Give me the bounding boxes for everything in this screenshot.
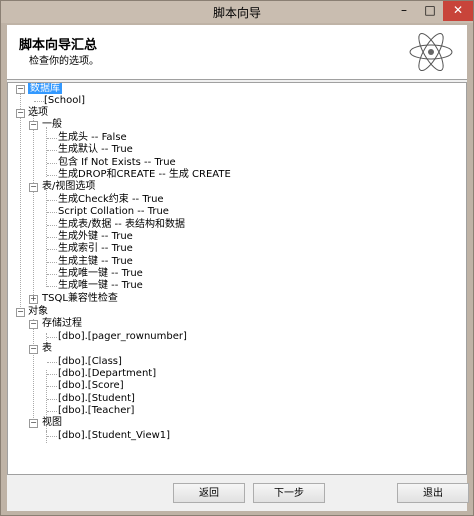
tree-node-table-item[interactable]: [dbo].[Student]: [58, 393, 135, 405]
tree-node-view-item[interactable]: [dbo].[Student_View1]: [58, 430, 170, 442]
tree-node-table-view-item[interactable]: 生成Check约束 -- True: [58, 194, 164, 206]
header-panel: 脚本向导汇总 检查你的选项。: [7, 25, 467, 80]
tree-node-table-view-item[interactable]: 生成唯一键 -- True: [58, 268, 143, 280]
tree-node-database-school[interactable]: [School]: [44, 95, 85, 107]
tree-toggle-tables[interactable]: −: [29, 345, 38, 354]
tree-node-table-view-item[interactable]: 生成索引 -- True: [58, 243, 133, 255]
exit-button[interactable]: 退出: [397, 483, 469, 503]
button-bar: 返回 下一步 退出: [7, 477, 469, 511]
tree-node-general-item[interactable]: 生成DROP和CREATE -- 生成 CREATE: [58, 169, 231, 181]
maximize-button[interactable]: □: [417, 1, 443, 21]
tree-node-table-item[interactable]: [dbo].[Department]: [58, 368, 156, 380]
tree-node-table-view-item[interactable]: 生成表/数据 -- 表结构和数据: [58, 219, 185, 231]
tree-node-views[interactable]: 视图: [42, 417, 62, 429]
tree-node-table-view-item[interactable]: 生成唯一键 -- True: [58, 280, 143, 292]
tree-toggle-database[interactable]: −: [16, 85, 25, 94]
tree-toggle-tsql-check[interactable]: +: [29, 295, 38, 304]
tree-node-general-item[interactable]: 生成默认 -- True: [58, 144, 133, 156]
tree-node-objects[interactable]: 对象: [28, 306, 48, 318]
tree-toggle-objects[interactable]: −: [16, 308, 25, 317]
tree-node-general-item[interactable]: 包含 If Not Exists -- True: [58, 157, 176, 169]
tree-node-stored-procs[interactable]: 存储过程: [42, 318, 82, 330]
tree-node-options[interactable]: 选项: [28, 107, 48, 119]
tree-toggle-table-view-options[interactable]: −: [29, 183, 38, 192]
tree-toggle-options[interactable]: −: [16, 109, 25, 118]
script-wizard-window: 脚本向导 – □ ✕ 脚本向导汇总 检查你的选项。 − 数据库 [School]…: [0, 0, 474, 516]
tree-toggle-views[interactable]: −: [29, 419, 38, 428]
summary-tree[interactable]: − 数据库 [School] − 选项 − 一般 生成头 -- False 生成…: [7, 82, 467, 475]
back-button[interactable]: 返回: [173, 483, 245, 503]
page-subtitle: 检查你的选项。: [29, 56, 99, 67]
minimize-button[interactable]: –: [391, 1, 417, 21]
tree-toggle-stored-procs[interactable]: −: [29, 320, 38, 329]
atom-icon: [409, 32, 453, 72]
tree-node-proc-item[interactable]: [dbo].[pager_rownumber]: [58, 331, 187, 343]
tree-node-tables[interactable]: 表: [42, 343, 52, 355]
page-title: 脚本向导汇总: [19, 38, 98, 53]
tree-node-table-item[interactable]: [dbo].[Teacher]: [58, 405, 134, 417]
next-button[interactable]: 下一步: [253, 483, 325, 503]
tree-node-table-view-item[interactable]: Script Collation -- True: [58, 206, 169, 218]
tree-node-table-view-item[interactable]: 生成主键 -- True: [58, 256, 133, 268]
title-bar[interactable]: 脚本向导 – □ ✕: [1, 1, 473, 23]
tree-node-database[interactable]: 数据库: [28, 83, 62, 95]
tree-node-tsql-check[interactable]: TSQL兼容性检查: [42, 293, 118, 305]
wizard-client-area: 脚本向导汇总 检查你的选项。 − 数据库 [School] − 选项 − 一般 …: [7, 25, 469, 511]
tree-toggle-general[interactable]: −: [29, 121, 38, 130]
tree-node-general[interactable]: 一般: [42, 119, 62, 131]
tree-node-table-item[interactable]: [dbo].[Score]: [58, 380, 124, 392]
tree-node-database-label: 数据库: [28, 83, 62, 94]
close-button[interactable]: ✕: [443, 1, 473, 21]
tree-node-table-view-options[interactable]: 表/视图选项: [42, 181, 95, 193]
tree-node-table-view-item[interactable]: 生成外键 -- True: [58, 231, 133, 243]
tree-node-general-item[interactable]: 生成头 -- False: [58, 132, 127, 144]
tree-node-table-item[interactable]: [dbo].[Class]: [58, 356, 122, 368]
